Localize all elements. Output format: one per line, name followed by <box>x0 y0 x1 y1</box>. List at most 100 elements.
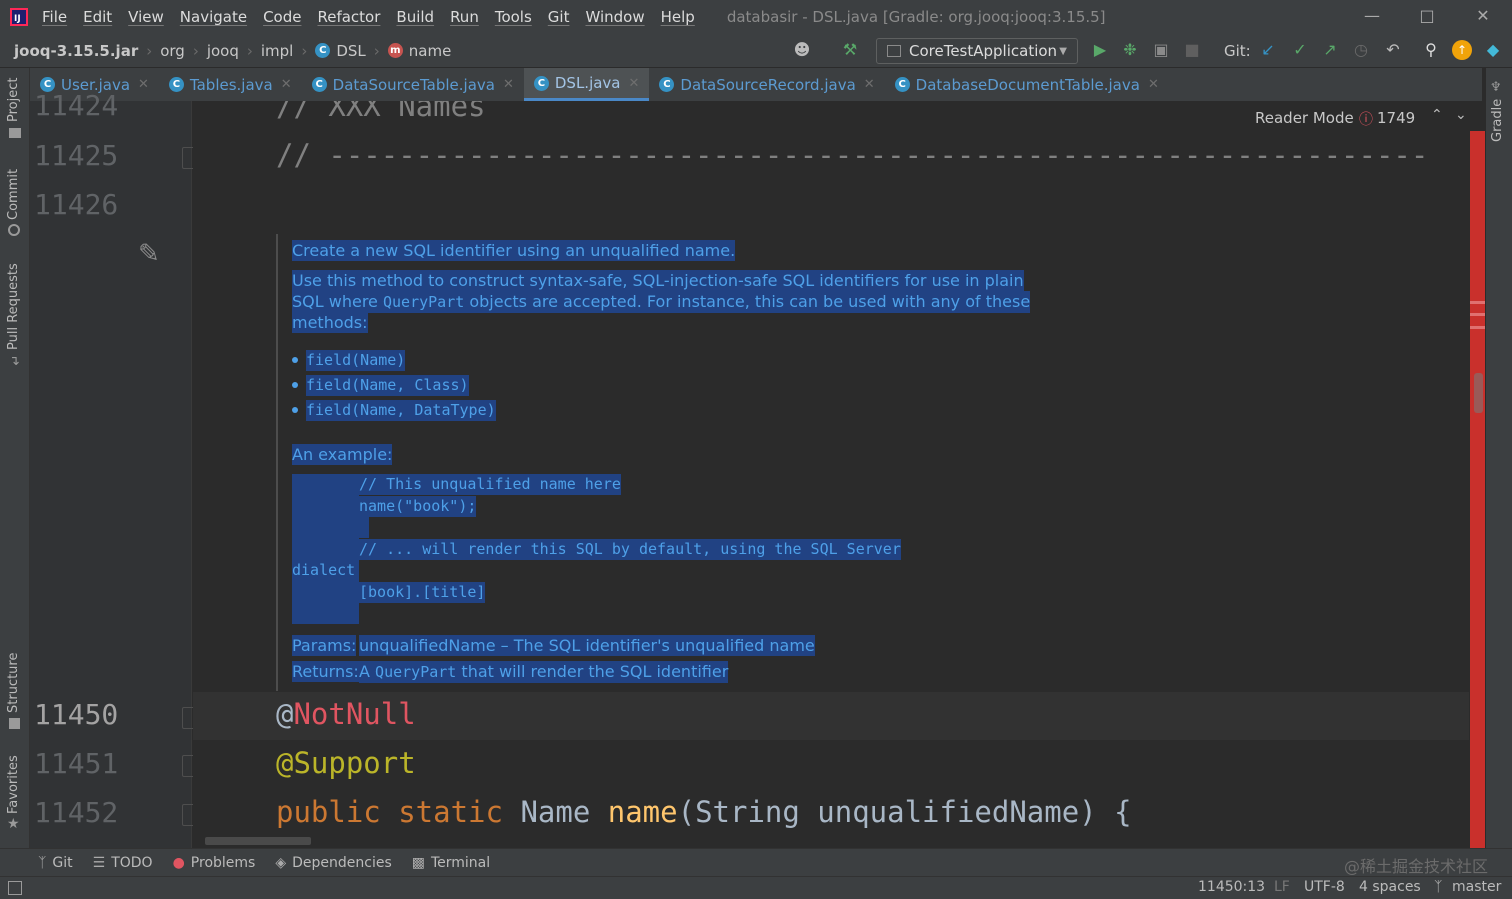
breadcrumb-dsl[interactable]: DSL <box>336 42 365 60</box>
stop-icon[interactable]: ■ <box>1182 40 1202 60</box>
coverage-icon[interactable]: ▣ <box>1151 40 1171 60</box>
doc-summary: Create a new SQL identifier using an unq… <box>292 240 736 261</box>
menu-refactor[interactable]: Refactor <box>317 8 380 26</box>
close-icon[interactable]: ✕ <box>503 77 514 92</box>
rollback-icon[interactable]: ↶ <box>1383 40 1403 60</box>
tab-tables-java[interactable]: C Tables.java ✕ <box>159 68 302 101</box>
chevron-right-icon: › <box>192 41 199 60</box>
vertical-scrollbar-thumb[interactable] <box>1474 373 1483 413</box>
menu-tools[interactable]: Tools <box>495 8 532 26</box>
menu-help[interactable]: Help <box>661 8 695 26</box>
line-number: 11450 <box>34 698 119 731</box>
run-icon[interactable]: ▶ <box>1090 40 1110 60</box>
minimize-icon[interactable]: — <box>1362 6 1382 26</box>
close-icon[interactable]: ✕ <box>864 77 875 92</box>
tool-terminal[interactable]: ▩ Terminal <box>412 855 490 871</box>
close-icon[interactable]: ✕ <box>281 77 292 92</box>
error-marker[interactable] <box>1470 326 1485 329</box>
doc-params-label: Params: <box>292 635 357 656</box>
bullet-icon <box>292 357 298 363</box>
search-icon[interactable]: ⚲ <box>1421 40 1441 60</box>
menu-git[interactable]: Git <box>548 8 570 26</box>
config-icon <box>887 45 901 57</box>
git-commit-icon[interactable]: ✓ <box>1290 40 1310 60</box>
error-icon: ⓘ <box>1359 112 1373 128</box>
tool-dependencies[interactable]: ◈ Dependencies <box>275 855 391 871</box>
line-number: 11451 <box>34 747 119 780</box>
error-marker[interactable] <box>1470 301 1485 304</box>
menu-view[interactable]: View <box>128 8 164 26</box>
menu-build[interactable]: Build <box>396 8 434 26</box>
error-marker[interactable] <box>1470 313 1485 316</box>
caret-position[interactable]: 11450:13 <box>1198 879 1265 895</box>
doc-returns-value: A QueryPart that will render the SQL ide… <box>359 661 729 683</box>
tool-structure[interactable]: Structure <box>6 653 21 713</box>
tool-project[interactable]: Project <box>6 78 21 122</box>
class-icon: C <box>659 77 675 92</box>
tool-problems[interactable]: ● Problems <box>173 855 256 871</box>
tool-todo[interactable]: ☰ TODO <box>93 855 153 871</box>
build-hammer-icon[interactable]: ⚒ <box>840 40 860 60</box>
breadcrumb-jar[interactable]: jooq-3.15.5.jar <box>14 42 138 60</box>
tool-pull-requests[interactable]: Pull Requests <box>6 263 21 350</box>
tab-dsl-java[interactable]: C DSL.java ✕ <box>523 68 650 101</box>
gradle-icon: ♆ <box>1490 80 1502 95</box>
indent-setting[interactable]: 4 spaces <box>1359 879 1421 895</box>
tool-git[interactable]: ᛉ Git <box>38 855 73 871</box>
tool-commit[interactable]: Commit <box>6 169 21 220</box>
close-icon[interactable]: ✕ <box>138 77 149 92</box>
menu-file[interactable]: File <box>42 8 67 26</box>
history-icon[interactable]: ◷ <box>1351 40 1371 60</box>
tab-datasourcetable-java[interactable]: C DataSourceTable.java ✕ <box>302 68 524 101</box>
edit-doc-pencil-icon[interactable]: ✎ <box>138 239 160 269</box>
debug-icon[interactable]: ❉ <box>1120 40 1140 60</box>
class-icon: C <box>311 77 327 92</box>
tool-gradle[interactable]: Gradle <box>1490 99 1505 142</box>
line-gutter: 11424 11425 11426 ✎ 11450 11451 11452 <box>30 89 202 848</box>
user-icon[interactable]: ☻ <box>792 40 812 60</box>
doc-text: that will render the SQL identifier <box>461 662 729 681</box>
error-stripe[interactable] <box>1469 101 1486 848</box>
error-marker[interactable] <box>1470 436 1485 848</box>
tab-label: DataSourceRecord.java <box>680 75 856 94</box>
line-separator[interactable]: LF <box>1274 879 1290 895</box>
menu-navigate[interactable]: Navigate <box>180 8 247 26</box>
git-update-icon[interactable]: ↙ <box>1258 40 1278 60</box>
breadcrumb-org[interactable]: org <box>160 42 185 60</box>
menu-window[interactable]: Window <box>585 8 644 26</box>
run-configuration-select[interactable]: CoreTestApplication ▼ <box>876 38 1078 64</box>
close-window-icon[interactable]: ✕ <box>1473 6 1493 26</box>
error-count[interactable]: 1749 <box>1377 109 1415 127</box>
git-branch[interactable]: master <box>1452 879 1501 895</box>
reader-mode-button[interactable]: Reader Mode <box>1255 109 1354 127</box>
tab-datasourcerecord-java[interactable]: C DataSourceRecord.java ✕ <box>649 68 884 101</box>
close-icon[interactable]: ✕ <box>629 76 640 91</box>
chevron-down-icon[interactable]: ⌄ <box>1455 107 1467 123</box>
tool-favorites[interactable]: Favorites <box>6 755 21 814</box>
menu-code[interactable]: Code <box>263 8 301 26</box>
maximize-icon[interactable]: □ <box>1417 6 1437 26</box>
close-icon[interactable]: ✕ <box>1148 77 1159 92</box>
breadcrumb-jooq[interactable]: jooq <box>207 42 239 60</box>
toggle-tool-windows-icon[interactable] <box>8 881 22 895</box>
rendered-javadoc[interactable]: Create a new SQL identifier using an unq… <box>276 234 1456 691</box>
code-line-11424: // XXX Names <box>276 101 486 123</box>
horizontal-scrollbar[interactable] <box>205 837 311 845</box>
tab-databasedocumenttable-java[interactable]: C DatabaseDocumentTable.java ✕ <box>885 68 1169 101</box>
commit-icon <box>8 224 20 236</box>
breadcrumb-name[interactable]: name <box>409 42 452 60</box>
doc-paragraph-line: Use this method to construct syntax-safe… <box>292 270 1024 291</box>
file-encoding[interactable]: UTF-8 <box>1304 879 1345 895</box>
git-push-icon[interactable]: ↗ <box>1320 40 1340 60</box>
plugin-icon[interactable]: ◆ <box>1483 40 1503 60</box>
doc-params-value: unqualifiedName – The SQL identifier's u… <box>359 635 815 656</box>
breadcrumb-impl[interactable]: impl <box>261 42 293 60</box>
tool-label: Git <box>52 854 73 871</box>
menu-run[interactable]: Run <box>450 8 479 26</box>
code-editor[interactable]: // XXX Names // ------------------------… <box>193 101 1469 848</box>
left-tool-strip: Project Commit Pull Requests ↴ Structure… <box>0 68 30 848</box>
menu-edit[interactable]: Edit <box>83 8 112 26</box>
chevron-up-icon[interactable]: ⌃ <box>1431 107 1443 123</box>
update-icon[interactable]: ↑ <box>1452 40 1472 60</box>
line-number: 11424 <box>34 89 119 122</box>
